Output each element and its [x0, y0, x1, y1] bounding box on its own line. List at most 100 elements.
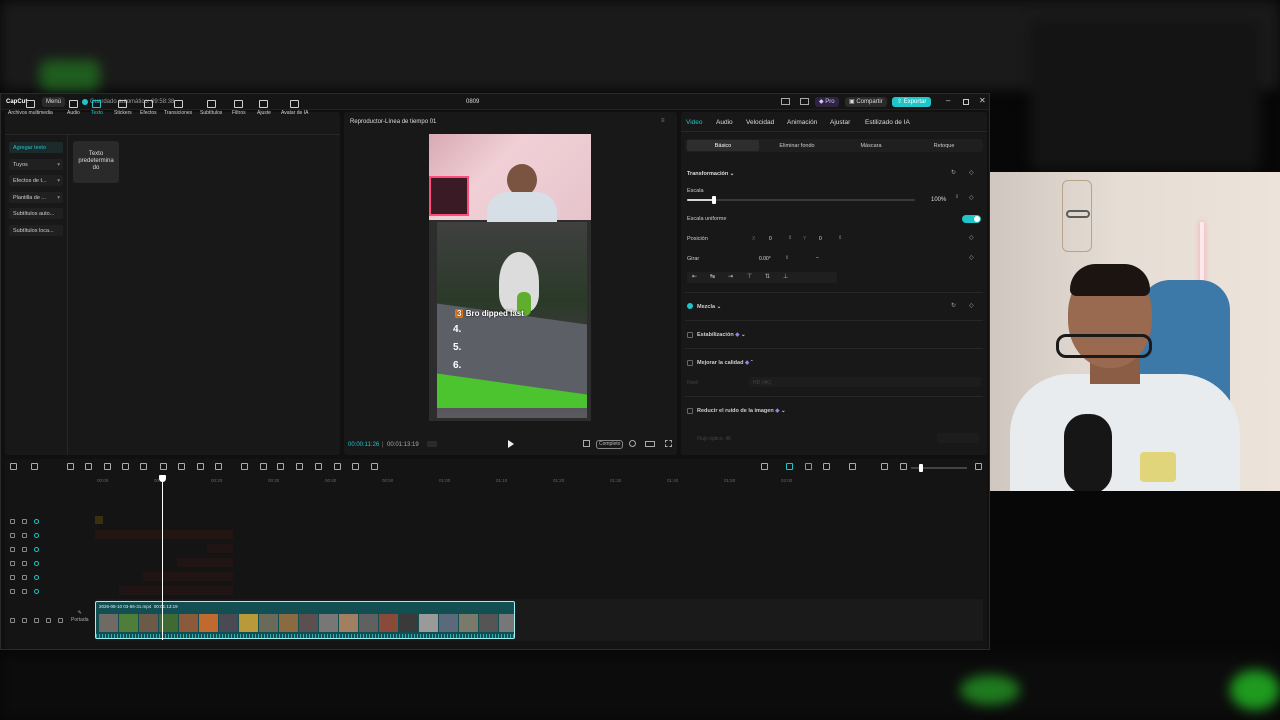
- rotate-input[interactable]: 0.00°: [759, 256, 771, 262]
- freeze-icon[interactable]: [277, 463, 284, 470]
- zoom-in-icon[interactable]: [975, 463, 982, 470]
- lock-icon[interactable]: [22, 533, 27, 538]
- category-1[interactable]: Tuyos ▾: [9, 159, 63, 170]
- magic-tool-icon[interactable]: [315, 463, 322, 470]
- align-center-v-icon[interactable]: ⇅: [765, 274, 770, 280]
- playhead-line[interactable]: [162, 478, 163, 640]
- toolbar-filtros[interactable]: Filtros: [232, 100, 246, 116]
- speed-icon[interactable]: [215, 463, 222, 470]
- toolbar-audio[interactable]: Audio: [67, 100, 80, 116]
- track-type-icon[interactable]: [10, 547, 15, 552]
- toolbar-efectos[interactable]: Efectos: [140, 100, 157, 116]
- toolbar-ajuste[interactable]: Ajuste: [257, 100, 271, 116]
- scale-slider-handle[interactable]: [712, 196, 717, 204]
- magnet-icon[interactable]: [805, 463, 812, 470]
- split-scene-icon[interactable]: [334, 463, 341, 470]
- fullscreen-icon[interactable]: [665, 440, 672, 447]
- track-type-icon[interactable]: [10, 519, 15, 524]
- rotate-stepper[interactable]: ⇕: [785, 255, 789, 261]
- lock-icon[interactable]: [22, 547, 27, 552]
- mirror-icon[interactable]: [241, 463, 248, 470]
- visibility-icon[interactable]: [34, 533, 39, 538]
- link-icon[interactable]: [786, 463, 793, 470]
- denoise-checkbox[interactable]: [687, 408, 693, 414]
- quality-select[interactable]: Completo: [596, 440, 624, 449]
- split-right-icon[interactable]: [140, 463, 147, 470]
- enhance-heading[interactable]: Mejorar la calidad ◆ ˆ: [697, 360, 753, 366]
- scale-keyframe-icon[interactable]: ◇: [969, 195, 974, 201]
- lock-icon[interactable]: [22, 575, 27, 580]
- tab-audio[interactable]: Audio: [716, 119, 733, 126]
- align-center-h-icon[interactable]: ↹: [710, 274, 715, 280]
- position-keyframe-icon[interactable]: ◇: [969, 235, 974, 241]
- track-type-icon[interactable]: [10, 561, 15, 566]
- lock-icon[interactable]: [22, 618, 27, 623]
- uniform-scale-toggle[interactable]: [962, 215, 981, 223]
- video-preview[interactable]: 3 Bro dipped last 4. 5. 6.: [429, 134, 591, 421]
- lock-icon[interactable]: [22, 561, 27, 566]
- align-left-icon[interactable]: ⇤: [692, 274, 697, 280]
- enhance-checkbox[interactable]: [687, 360, 693, 366]
- scale-slider-track[interactable]: [687, 199, 915, 201]
- lock-icon[interactable]: [22, 589, 27, 594]
- toolbar-texto[interactable]: Texto: [91, 100, 103, 116]
- category-5[interactable]: Subtítulos loca...: [9, 225, 63, 236]
- visibility-icon[interactable]: [34, 575, 39, 580]
- preview-axis-icon[interactable]: [849, 463, 856, 470]
- track-type-icon[interactable]: [10, 589, 15, 594]
- undo-icon[interactable]: [67, 463, 74, 470]
- blend-keyframe-icon[interactable]: ◇: [969, 303, 974, 309]
- track-type-icon[interactable]: [10, 618, 15, 623]
- pro-button[interactable]: ◆ Pro: [815, 97, 839, 107]
- stabilize-heading[interactable]: Estabilización ◆ ⌄: [697, 332, 746, 338]
- subtab-retoque[interactable]: Retoque: [907, 140, 981, 151]
- align-bottom-icon[interactable]: ⊥: [783, 274, 788, 280]
- denoise-heading[interactable]: Reducir el ruido de la imagen ◆ ⌄: [697, 408, 786, 414]
- visibility-icon[interactable]: [34, 589, 39, 594]
- toolbar-transiciones[interactable]: Transiciones: [164, 100, 192, 116]
- layout-icon[interactable]: [781, 98, 790, 105]
- tab-video[interactable]: Video: [686, 119, 703, 126]
- crop-tool-icon[interactable]: [197, 463, 204, 470]
- toolbar-stickers[interactable]: Stickers: [114, 100, 132, 116]
- pos-x-stepper[interactable]: ⇕: [788, 235, 792, 241]
- blend-heading[interactable]: Mezcla ⌄: [697, 304, 721, 310]
- tab-estilizado-de-ia[interactable]: Estilizado de IA: [865, 119, 910, 126]
- select-tool-icon[interactable]: [31, 463, 38, 470]
- align-top-icon[interactable]: ⊤: [747, 274, 752, 280]
- category-0[interactable]: Agregar texto: [9, 142, 63, 153]
- crop-icon[interactable]: [583, 440, 590, 447]
- blend-reset-icon[interactable]: ↻: [951, 303, 956, 309]
- export-button[interactable]: ⇧ Exportar: [892, 97, 932, 107]
- add-track-icon[interactable]: [10, 463, 17, 470]
- scale-stepper[interactable]: ⇕: [955, 195, 959, 200]
- minimize-button[interactable]: –: [946, 97, 950, 105]
- ratio-icon[interactable]: [645, 441, 655, 447]
- toolbar-archivos-multimedia[interactable]: Archivos multimedia: [8, 100, 53, 116]
- share-button[interactable]: ▣ Compartir: [845, 97, 887, 107]
- mute-icon[interactable]: [46, 618, 51, 623]
- scale-value[interactable]: 100%: [931, 197, 946, 203]
- subtab-eliminar-fondo[interactable]: Eliminar fondo: [760, 140, 834, 151]
- close-button[interactable]: ✕: [979, 97, 986, 105]
- redo-icon[interactable]: [85, 463, 92, 470]
- timecode-options-icon[interactable]: [427, 441, 437, 447]
- playhead-handle[interactable]: [159, 475, 166, 482]
- toolbar-subt-tulos[interactable]: Subtítulos: [200, 100, 222, 116]
- transform-reset-icon[interactable]: ↻: [951, 170, 956, 176]
- tab-velocidad[interactable]: Velocidad: [746, 119, 774, 126]
- subtab-b-sico[interactable]: Básico: [687, 140, 759, 151]
- align-right-icon[interactable]: ⇥: [728, 274, 733, 280]
- maximize-button[interactable]: [963, 99, 969, 105]
- toolbar-avatar-de-ia[interactable]: Avatar de IA: [281, 100, 308, 116]
- ai-tool-icon[interactable]: [296, 463, 303, 470]
- visibility-icon[interactable]: [34, 547, 39, 552]
- reverse-icon[interactable]: [260, 463, 267, 470]
- split-left-icon[interactable]: [122, 463, 129, 470]
- record-audio-icon[interactable]: [761, 463, 768, 470]
- enhance-level-select[interactable]: [749, 377, 981, 387]
- fit-icon[interactable]: [881, 463, 888, 470]
- delete-icon[interactable]: [160, 463, 167, 470]
- lock-icon[interactable]: [22, 519, 27, 524]
- play-button[interactable]: [508, 440, 514, 448]
